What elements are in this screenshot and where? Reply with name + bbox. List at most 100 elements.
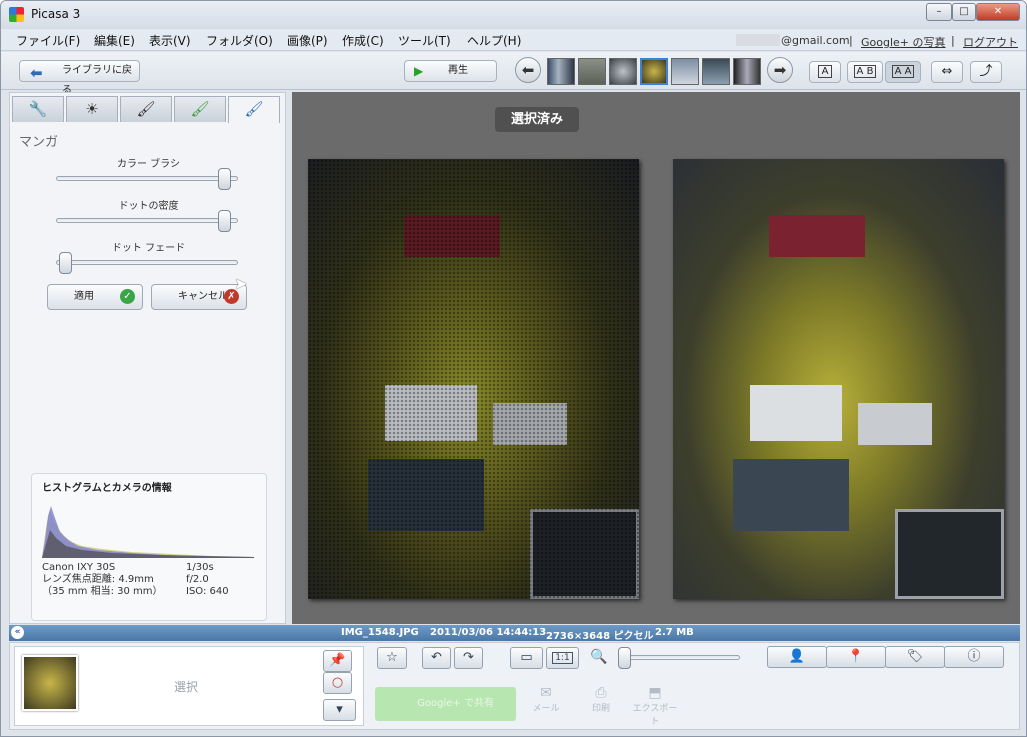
zoom-slider[interactable] (618, 647, 740, 669)
photo-detail-dark-panel (733, 459, 849, 531)
histogram-title: ヒストグラムとカメラの情報 (42, 483, 172, 494)
star-icon[interactable]: ☆ (377, 647, 407, 669)
slider-knob[interactable] (59, 252, 73, 274)
photo-before[interactable] (308, 159, 639, 599)
filmstrip-thumbnail[interactable] (671, 58, 699, 85)
filmstrip-thumbnail[interactable] (547, 58, 575, 85)
picasa-window: Picasa 3 – □ ✕ ファイル(F) 編集(E) 表示(V) フォルダ(… (0, 0, 1027, 737)
histogram-panel: ヒストグラムとカメラの情報 Canon IXY 30S レンズ焦点距離: 4.9… (31, 473, 267, 621)
account-separator: | (951, 34, 955, 47)
actual-size-button[interactable]: 1:1 (546, 647, 579, 669)
photo-detail-white-panel (750, 385, 842, 441)
tab-effects-2[interactable]: 🖌 (174, 96, 226, 122)
collapse-panel-icon[interactable]: « (11, 626, 24, 639)
slider-label-dot-density: ドットの密度 (118, 201, 179, 212)
effect-title: マンガ (19, 135, 59, 150)
view-compare-button[interactable]: A B (847, 61, 883, 83)
mouse-cursor-icon: ➤ (234, 274, 248, 293)
share-google-plus-button[interactable]: Google+ で共有 (375, 687, 516, 721)
brush-icon: 🖌 (136, 100, 156, 118)
view-single-button[interactable]: A (809, 61, 841, 83)
filmstrip-thumbnail[interactable] (609, 58, 637, 85)
account-email: @gmail.com (781, 34, 850, 47)
clear-selection-icon[interactable]: ○ (323, 672, 352, 694)
status-datetime: 2011/03/06 14:44:13 (430, 627, 547, 638)
status-filesize: 2.7 MB (655, 627, 694, 638)
maximize-button[interactable]: □ (952, 3, 976, 21)
menu-view[interactable]: 表示(V) (149, 32, 191, 49)
mail-icon: ✉ (540, 685, 552, 701)
location-pin-icon[interactable]: 📍 (826, 646, 886, 668)
menu-tools[interactable]: ツール(T) (398, 32, 451, 49)
aperture: f/2.0 (186, 574, 209, 585)
rotate-left-icon[interactable]: ↶ (422, 647, 451, 669)
status-filename: IMG_1548.JPG (341, 627, 419, 638)
logout-link[interactable]: ログアウト (963, 34, 1018, 50)
tab-effects[interactable]: 🖌 (120, 96, 172, 122)
fit-width-icon[interactable]: ⇔ (931, 61, 963, 83)
close-button[interactable]: ✕ (976, 3, 1020, 21)
play-icon: ▶ (414, 64, 424, 78)
tray-thumbnail[interactable] (22, 655, 78, 711)
view-before-after-button[interactable]: A A (885, 61, 921, 83)
back-to-library-button[interactable]: ⬅ ライブラリに戻る (19, 60, 140, 96)
back-arrow-icon: ⬅ (30, 64, 43, 82)
cancel-button[interactable]: キャンセル ✗ (151, 284, 247, 310)
tab-effects-3[interactable]: 🖌 (228, 96, 280, 123)
rotate-share-icon[interactable]: ⤴ (970, 61, 1002, 83)
export-button[interactable]: ⬒ エクスポート (630, 685, 680, 727)
tab-tuning[interactable]: ☀ (66, 96, 118, 122)
play-slideshow-button[interactable]: ▶ 再生 (404, 60, 497, 82)
tab-basic-fixes[interactable]: 🔧 (12, 96, 64, 122)
people-icon[interactable]: 👤 (767, 646, 827, 668)
previous-photo-button[interactable]: ⬅ (515, 57, 541, 83)
slider-knob[interactable] (217, 168, 231, 190)
photo-after[interactable] (673, 159, 1004, 599)
slider-knob[interactable] (217, 210, 231, 232)
shutter-speed: 1/30s (186, 562, 214, 573)
account-separator: | (849, 34, 853, 47)
histogram-graph (42, 506, 254, 558)
filmstrip-thumbnail[interactable] (702, 58, 730, 85)
zoom-icon: 🔍 (590, 649, 608, 665)
color-brush-slider[interactable] (56, 168, 238, 190)
apply-button[interactable]: 適用 ✓ (47, 284, 143, 310)
export-icon: ⬒ (648, 685, 662, 701)
minimize-button[interactable]: – (926, 3, 952, 21)
dot-fade-slider[interactable] (56, 252, 238, 274)
filmstrip-thumbnail-selected[interactable] (640, 58, 668, 85)
hold-pin-icon[interactable]: 📌 (323, 650, 352, 672)
next-photo-button[interactable]: ➡ (767, 57, 793, 83)
menu-create[interactable]: 作成(C) (342, 32, 384, 49)
filmstrip-thumbnail[interactable] (733, 58, 761, 85)
wrench-icon: 🔧 (28, 100, 48, 118)
fit-to-screen-icon[interactable]: ▭ (510, 647, 543, 669)
camera-info: Canon IXY 30S レンズ焦点距離: 4.9mm （35 mm 相当: … (42, 562, 163, 598)
dot-density-slider[interactable] (56, 210, 238, 232)
menu-bar: ファイル(F) 編集(E) 表示(V) フォルダ(O) 画像(P) 作成(C) … (1, 29, 1026, 51)
menu-help[interactable]: ヘルプ(H) (467, 32, 521, 49)
window-title: Picasa 3 (31, 7, 81, 21)
info-icon[interactable]: ⓘ (944, 646, 1004, 668)
equiv-focal: （35 mm 相当: 30 mm） (42, 586, 163, 597)
status-dimensions: 2736×3648 ピクセル (546, 631, 654, 642)
photo-detail-white-panel (858, 403, 932, 445)
menu-folder[interactable]: フォルダ(O) (206, 32, 273, 49)
email-button[interactable]: ✉ メール (530, 685, 562, 714)
printer-icon: ⎙ (595, 685, 607, 701)
menu-edit[interactable]: 編集(E) (94, 32, 135, 49)
album-dropdown-icon[interactable]: ▾ (323, 699, 356, 721)
menu-file[interactable]: ファイル(F) (16, 32, 80, 49)
exposure-info: 1/30s f/2.0 ISO: 640 (186, 562, 229, 598)
menu-picture[interactable]: 画像(P) (287, 32, 328, 49)
google-plus-photos-link[interactable]: Google+ の写真 (861, 34, 946, 50)
zoom-slider-knob[interactable] (618, 647, 631, 669)
photo-detail-red-box (769, 215, 865, 257)
filmstrip-thumbnail[interactable] (578, 58, 606, 85)
tag-icon[interactable]: 🏷 (885, 646, 945, 668)
photo-tray: 選択 📌 ○ ▾ ☆ ↶ ↷ ▭ 1:1 🔍 👤 📍 🏷 ⓘ Google+ で… (9, 642, 1020, 730)
status-bar: « IMG_1548.JPG 2011/03/06 14:44:13 2736×… (9, 625, 1020, 642)
print-button[interactable]: ⎙ 印刷 (585, 685, 617, 714)
title-bar: Picasa 3 – □ ✕ (1, 1, 1026, 29)
rotate-right-icon[interactable]: ↷ (454, 647, 483, 669)
